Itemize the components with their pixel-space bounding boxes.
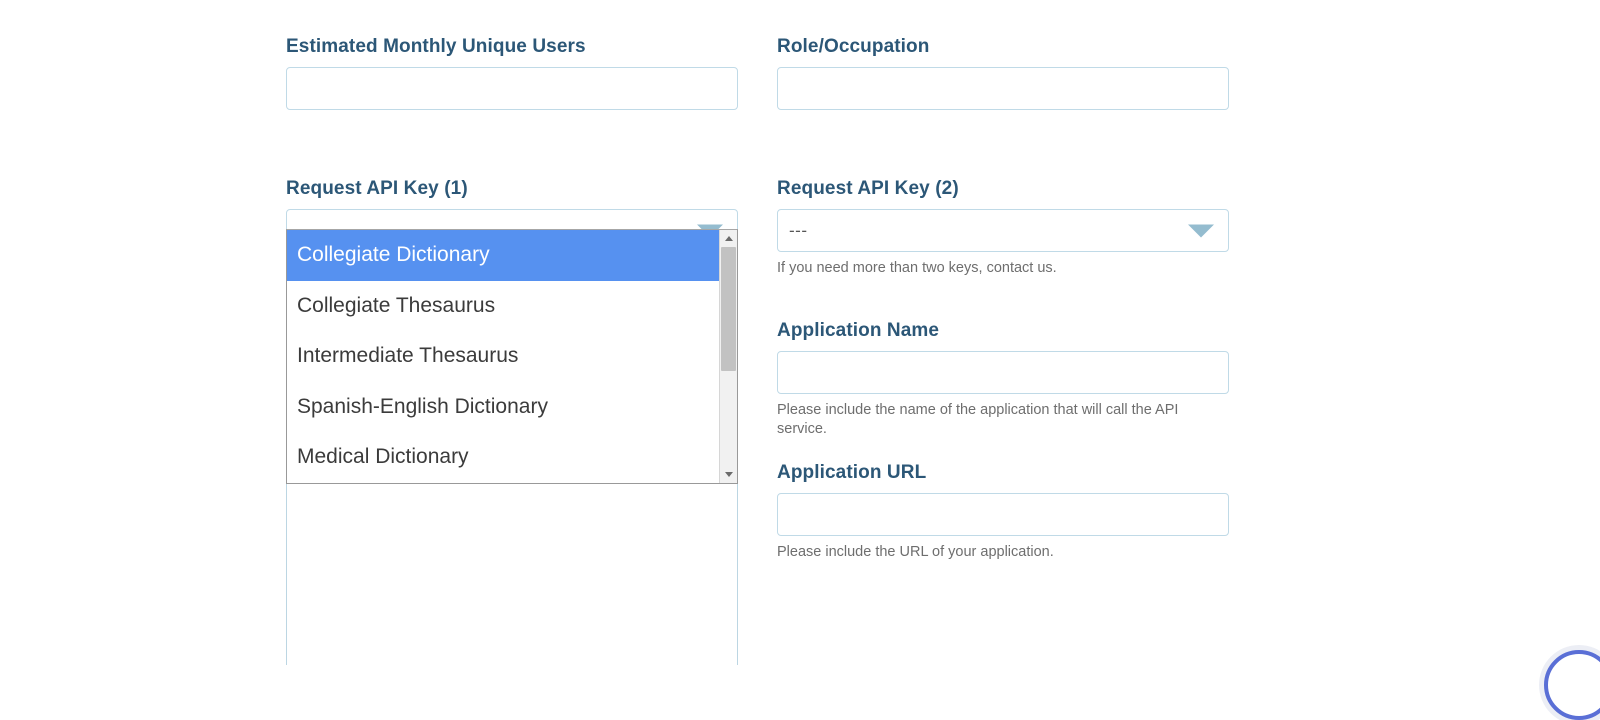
label-application-name: Application Name xyxy=(777,320,940,341)
select-request-api-key-1-panel-body xyxy=(286,480,738,665)
help-application-url: Please include the URL of your applicati… xyxy=(777,544,1054,560)
help-text-prefix: If you need more than two keys, xyxy=(777,260,987,276)
scrollbar-down-button[interactable] xyxy=(720,465,737,483)
input-application-url[interactable] xyxy=(777,493,1229,536)
contact-us-link[interactable]: contact us xyxy=(987,260,1053,276)
field-request-api-key-2: Request API Key (2) --- If you need more… xyxy=(777,177,1229,278)
label-request-api-key-2: Request API Key (2) xyxy=(777,178,959,199)
scroll-up-arrow-icon xyxy=(724,236,733,241)
option-item[interactable]: Collegiate Thesaurus xyxy=(287,281,719,332)
input-role-occupation[interactable] xyxy=(777,67,1229,110)
scroll-down-arrow-icon xyxy=(724,471,733,477)
field-role-occupation: Role/Occupation xyxy=(777,35,1229,110)
help-text-suffix: . xyxy=(1052,260,1057,276)
option-list[interactable]: Collegiate Dictionary Collegiate Thesaur… xyxy=(287,230,719,483)
help-application-name: Please include the name of the applicati… xyxy=(777,402,1179,437)
option-item[interactable]: Intermediate Thesaurus xyxy=(287,331,719,382)
select-request-api-key-2[interactable]: --- xyxy=(777,209,1229,252)
option-item[interactable]: Spanish-English Dictionary xyxy=(287,382,719,433)
scrollbar-up-button[interactable] xyxy=(720,230,737,247)
select-request-api-key-2-value: --- xyxy=(789,220,808,240)
field-application-name: Application Name Please include the name… xyxy=(777,319,1229,439)
select-request-api-key-1-options-popup[interactable]: Collegiate Dictionary Collegiate Thesaur… xyxy=(286,229,738,484)
label-role-occupation: Role/Occupation xyxy=(777,36,930,57)
option-item[interactable]: Medical Dictionary xyxy=(287,432,719,483)
input-application-name[interactable] xyxy=(777,351,1229,394)
label-request-api-key-1: Request API Key (1) xyxy=(286,178,468,199)
scrollbar-track[interactable] xyxy=(720,247,737,466)
field-application-url: Application URL Please include the URL o… xyxy=(777,461,1229,562)
label-application-url: Application URL xyxy=(777,462,927,483)
field-estimated-monthly-unique-users: Estimated Monthly Unique Users xyxy=(286,35,738,110)
option-item[interactable]: Collegiate Dictionary xyxy=(287,230,719,281)
api-key-request-form: Estimated Monthly Unique Users Request A… xyxy=(0,0,1600,720)
label-estimated-monthly-unique-users: Estimated Monthly Unique Users xyxy=(286,36,586,57)
scrollbar-thumb[interactable] xyxy=(721,247,736,371)
chevron-down-icon xyxy=(1188,224,1214,237)
chat-launcher-icon[interactable] xyxy=(1544,650,1600,720)
options-scrollbar[interactable] xyxy=(719,230,737,483)
input-estimated-monthly-unique-users[interactable] xyxy=(286,67,738,110)
field-request-api-key-1: Request API Key (1) --- Collegiate Dicti… xyxy=(286,177,738,665)
help-request-api-key-2: If you need more than two keys, contact … xyxy=(777,259,1229,278)
